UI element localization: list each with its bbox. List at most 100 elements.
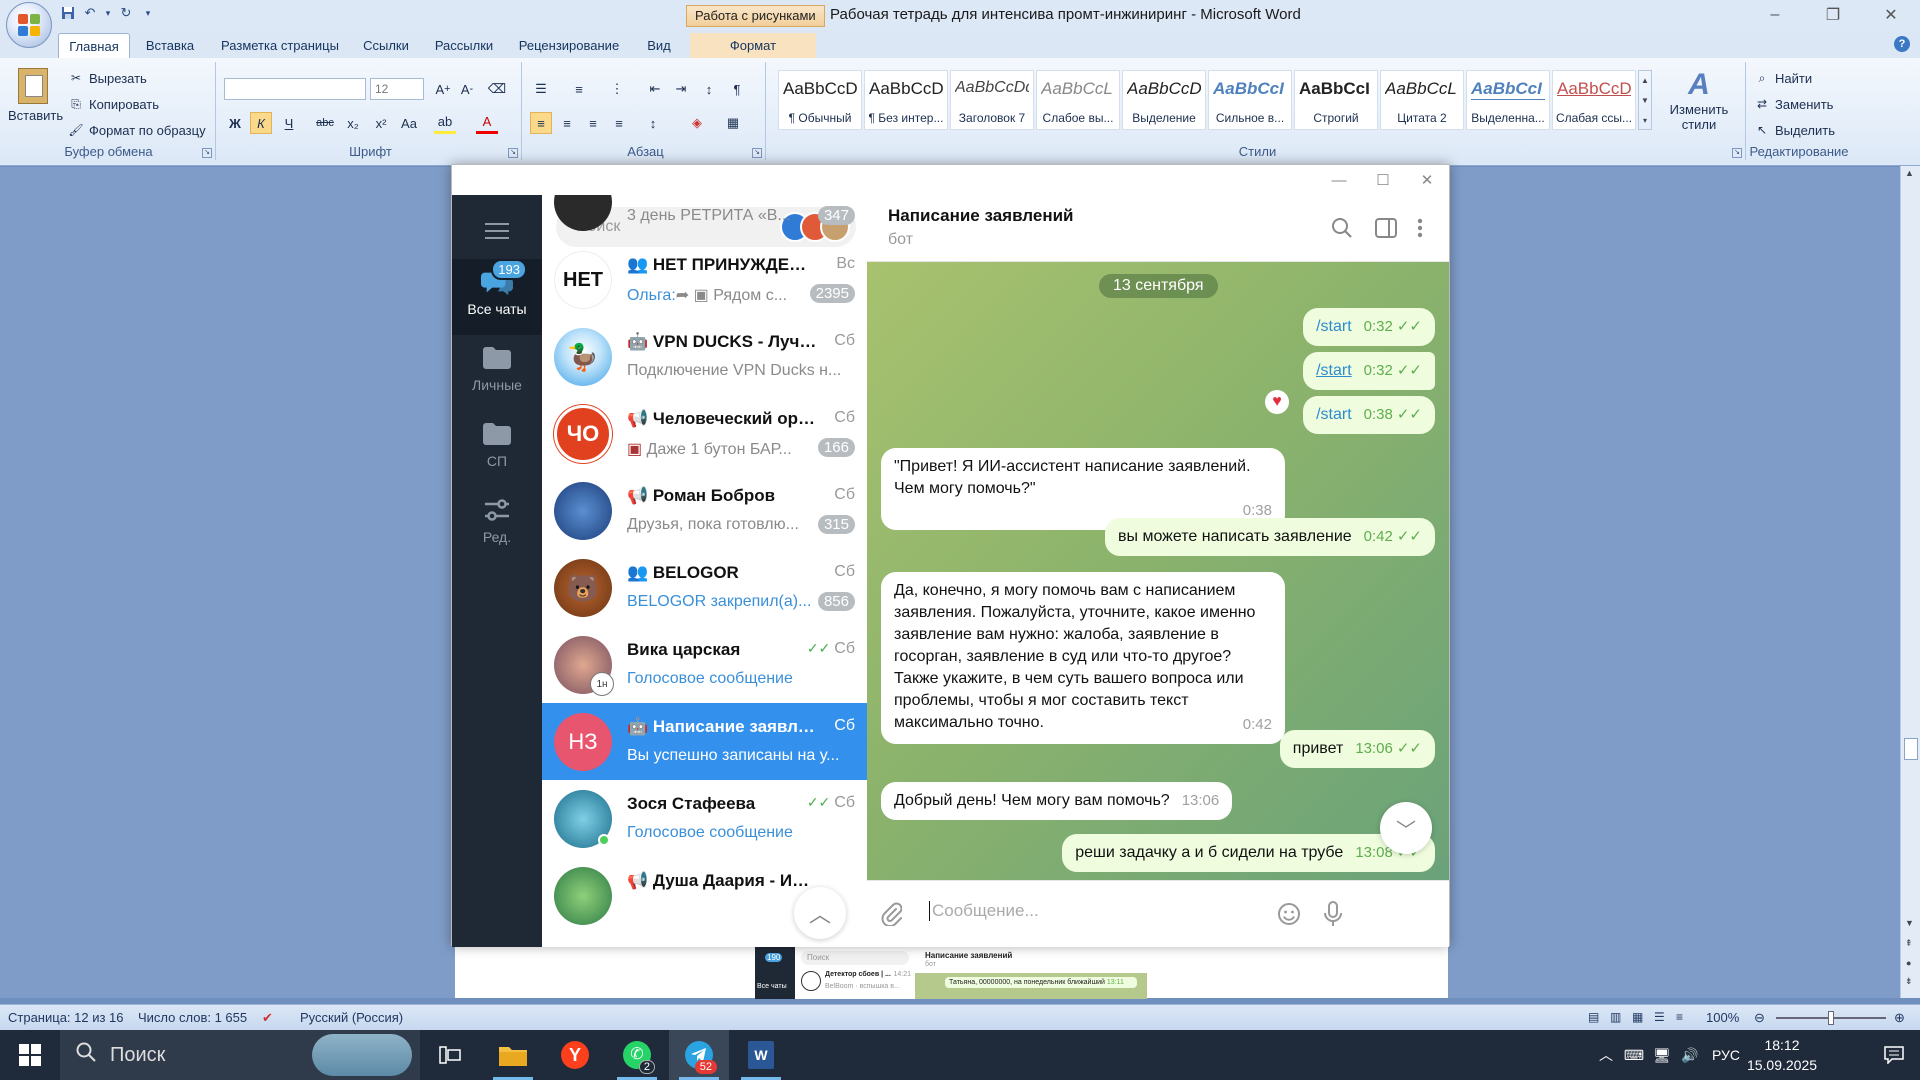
customize-qat-icon[interactable]: ▾ bbox=[140, 5, 156, 21]
change-styles-button[interactable]: A Изменить стили bbox=[1658, 68, 1740, 132]
format-painter-button[interactable]: 🖌 Формат по образцу bbox=[68, 122, 205, 138]
clear-format-icon[interactable]: ⌫ bbox=[486, 78, 508, 100]
view-web-icon[interactable]: ▦ bbox=[1632, 1010, 1643, 1024]
scroll-to-top-button[interactable]: ︿ bbox=[794, 887, 846, 939]
bold-icon[interactable]: Ж bbox=[224, 112, 246, 134]
align-center-icon[interactable]: ≡ bbox=[556, 112, 578, 134]
paragraph-launcher-icon[interactable]: ↘ bbox=[752, 148, 762, 158]
save-icon[interactable] bbox=[60, 5, 76, 21]
align-left-icon[interactable]: ≡ bbox=[530, 112, 552, 134]
attach-icon[interactable] bbox=[877, 900, 905, 928]
chat-messages-area[interactable]: 13 сентября /start 0:32 ✓✓ /start 0:32 ✓✓ ♥ … bbox=[867, 262, 1449, 880]
prev-page-icon[interactable]: ⇞ bbox=[1905, 938, 1913, 949]
style-intense-quote[interactable]: AaBbCcI Выделенна... bbox=[1466, 70, 1550, 130]
chat-item[interactable]: Зося Стафеева ✓✓ Сб Голосовое сообщение bbox=[542, 780, 867, 857]
view-outline-icon[interactable]: ☰ bbox=[1654, 1010, 1665, 1024]
chat-item[interactable]: ЧО 📢 Человеческий орган... Сб ▣ Даже 1 б… bbox=[542, 395, 867, 472]
folder-sp[interactable]: СП bbox=[452, 421, 542, 485]
minimize-button[interactable]: – bbox=[1746, 0, 1804, 30]
show-marks-icon[interactable]: ¶ bbox=[726, 78, 748, 100]
font-launcher-icon[interactable]: ↘ bbox=[508, 148, 518, 158]
zoom-slider[interactable] bbox=[1776, 1011, 1886, 1025]
microphone-icon[interactable] bbox=[1319, 900, 1347, 928]
cut-button[interactable]: ✂ Вырезать bbox=[68, 70, 147, 86]
tab-references[interactable]: Ссылки bbox=[356, 33, 416, 58]
find-button[interactable]: ⌕ Найти bbox=[1754, 70, 1812, 86]
spellcheck-icon[interactable]: ✔ bbox=[262, 1010, 273, 1026]
word-count[interactable]: Число слов: 1 655 bbox=[138, 1010, 247, 1025]
subscript-icon[interactable]: x₂ bbox=[342, 112, 364, 134]
superscript-icon[interactable]: x² bbox=[370, 112, 392, 134]
folder-personal[interactable]: Личные bbox=[452, 345, 542, 409]
underline-icon[interactable]: Ч bbox=[278, 112, 300, 134]
style-subtle-reference[interactable]: AaBbCcD Слабая ссы... bbox=[1552, 70, 1636, 130]
style-no-spacing[interactable]: AaBbCcD ¶ Без интер... bbox=[864, 70, 948, 130]
chat-item[interactable]: 1н Вика царская ✓✓ Сб Голосовое сообщение bbox=[542, 626, 867, 703]
chat-item-active[interactable]: НЗ 🤖 Написание заявлен... Сб Вы успешно … bbox=[542, 703, 867, 780]
tab-home[interactable]: Главная bbox=[58, 33, 130, 58]
chat-item[interactable]: 🐻 👥 BELOGOR Сб BELOGOR закрепил(а)... 85… bbox=[542, 549, 867, 626]
shading-icon[interactable]: ◈ bbox=[686, 112, 708, 134]
scroll-down-arrow-icon[interactable]: ▼ bbox=[1905, 918, 1914, 928]
file-explorer-icon[interactable] bbox=[483, 1030, 543, 1080]
tab-review[interactable]: Рецензирование bbox=[512, 33, 626, 58]
message-text[interactable]: /start bbox=[1316, 406, 1352, 423]
highlight-icon[interactable]: ab bbox=[434, 112, 456, 134]
chat-header[interactable]: Написание заявлений бот bbox=[867, 195, 1449, 262]
copy-button[interactable]: ⎘ Копировать bbox=[68, 96, 159, 112]
embedded-screenshot-image[interactable]: 190 Все чаты Поиск Детектор сбоев | ... … bbox=[755, 947, 1147, 999]
folder-edit[interactable]: Ред. bbox=[452, 497, 542, 561]
heart-reaction-icon[interactable]: ♥ bbox=[1265, 390, 1289, 414]
view-print-layout-icon[interactable]: ▤ bbox=[1588, 1010, 1599, 1024]
view-reading-icon[interactable]: ▥ bbox=[1610, 1010, 1621, 1024]
zoom-out-icon[interactable]: ⊖ bbox=[1754, 1010, 1765, 1026]
sidebar-toggle-icon[interactable] bbox=[1373, 215, 1399, 241]
align-right-icon[interactable]: ≡ bbox=[582, 112, 604, 134]
font-size-combo[interactable]: 12 bbox=[370, 78, 424, 100]
help-icon[interactable]: ? bbox=[1894, 36, 1910, 52]
message-in[interactable]: Добрый день! Чем могу вам помочь? 13:06 bbox=[881, 782, 1233, 820]
chat-item[interactable]: 3 день РЕТРИТА «В... 347 bbox=[542, 195, 867, 240]
zoom-slider-handle[interactable] bbox=[1828, 1011, 1834, 1025]
tab-page-layout[interactable]: Разметка страницы bbox=[212, 33, 348, 58]
taskbar-search[interactable]: Поиск bbox=[60, 1030, 420, 1080]
font-color-icon[interactable]: A bbox=[476, 112, 498, 134]
replace-button[interactable]: ⇄ Заменить bbox=[1754, 96, 1833, 112]
undo-icon[interactable]: ↶ bbox=[82, 5, 98, 21]
message-in[interactable]: Да, конечно, я могу помочь вам с написан… bbox=[881, 572, 1285, 744]
browse-object-icon[interactable]: ● bbox=[1906, 958, 1911, 968]
bullets-icon[interactable]: ☰ bbox=[530, 78, 552, 100]
start-button[interactable] bbox=[0, 1030, 60, 1080]
style-quote-2[interactable]: AaBbCcL Цитата 2 bbox=[1380, 70, 1464, 130]
zoom-level[interactable]: 100% bbox=[1706, 1010, 1739, 1025]
tg-minimize-button[interactable]: — bbox=[1317, 165, 1361, 195]
style-intense-emphasis[interactable]: AaBbCcI Сильное в... bbox=[1208, 70, 1292, 130]
select-button[interactable]: ↖ Выделить bbox=[1754, 122, 1835, 138]
folder-all-chats[interactable]: 193 Все чаты bbox=[452, 259, 542, 335]
message-out[interactable]: /start 0:38 ✓✓ bbox=[1303, 396, 1435, 434]
word-app-icon[interactable]: W bbox=[731, 1030, 791, 1080]
italic-icon[interactable]: К bbox=[250, 112, 272, 134]
task-view-icon[interactable] bbox=[420, 1030, 480, 1080]
increase-indent-icon[interactable]: ⇥ bbox=[670, 78, 692, 100]
emoji-icon[interactable] bbox=[1275, 900, 1303, 928]
volume-icon[interactable]: 🔊 bbox=[1676, 1030, 1704, 1080]
tab-view[interactable]: Вид bbox=[638, 33, 680, 58]
tg-close-button[interactable]: ✕ bbox=[1405, 165, 1449, 195]
shrink-font-icon[interactable]: A- bbox=[456, 78, 478, 100]
more-options-icon[interactable] bbox=[1407, 215, 1433, 241]
paste-button[interactable]: Вставить bbox=[8, 68, 63, 123]
office-button[interactable] bbox=[6, 2, 52, 48]
network-icon[interactable]: 🖥 bbox=[1648, 1030, 1676, 1080]
message-out[interactable]: реши задачку а и б сидели на трубе13:08✓… bbox=[1062, 834, 1435, 872]
telegram-icon[interactable]: 52 bbox=[669, 1030, 729, 1080]
message-out[interactable]: /start 0:32 ✓✓ bbox=[1303, 352, 1435, 390]
chat-item[interactable]: 📢 Роман Бобров Сб Друзья, пока готовлю..… bbox=[542, 472, 867, 549]
tg-maximize-button[interactable]: ☐ bbox=[1361, 165, 1405, 195]
vertical-scrollbar[interactable]: ▲ ▼ ⇞ ● ⇟ bbox=[1900, 166, 1920, 998]
view-draft-icon[interactable]: ≡ bbox=[1676, 1010, 1683, 1024]
language-indicator[interactable]: Русский (Россия) bbox=[300, 1010, 403, 1025]
styles-scroll[interactable]: ▲ ▼ ▾ bbox=[1638, 70, 1652, 130]
zoom-in-icon[interactable]: ⊕ bbox=[1894, 1010, 1905, 1026]
whatsapp-icon[interactable]: ✆ 2 bbox=[607, 1030, 667, 1080]
